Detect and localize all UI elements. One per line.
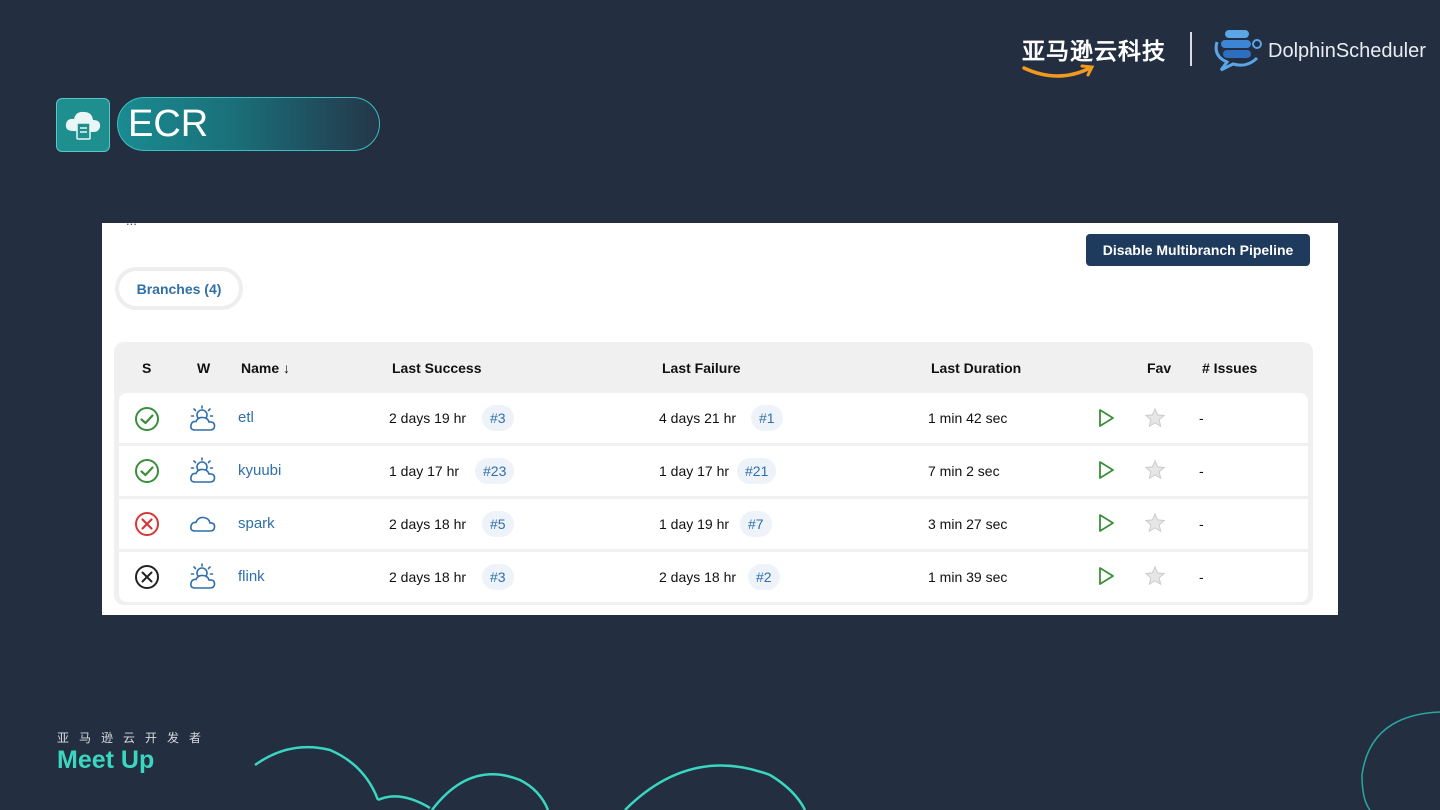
issues-count: - <box>1199 569 1204 585</box>
aborted-status-icon <box>135 565 159 589</box>
last-success-time: 2 days 18 hr <box>389 569 467 585</box>
table-row: flink 2 days 18 hr #3 2 days 18 hr #2 1 … <box>119 552 1308 602</box>
failure-build-link[interactable]: #7 <box>740 511 772 537</box>
play-icon[interactable] <box>1097 408 1115 428</box>
success-status-icon <box>135 407 159 431</box>
last-success-time: 2 days 18 hr <box>389 516 467 532</box>
cropped-text: ... <box>126 213 137 228</box>
column-last-duration[interactable]: Last Duration <box>931 360 1021 376</box>
star-icon[interactable] <box>1144 512 1166 534</box>
tab-branches[interactable]: Branches (4) <box>115 267 243 310</box>
last-success-time: 1 day 17 hr <box>389 463 460 479</box>
success-build-link[interactable]: #23 <box>475 458 515 484</box>
issues-count: - <box>1199 516 1204 532</box>
amazon-brand-logo: 亚马逊云科技 <box>1022 39 1166 65</box>
cloud-server-icon <box>56 98 110 152</box>
branch-link[interactable]: etl <box>238 409 254 426</box>
table-row: etl 2 days 19 hr #3 4 days 21 hr #1 1 mi… <box>119 393 1308 443</box>
star-icon[interactable] <box>1144 565 1166 587</box>
cloud-icon <box>190 516 216 532</box>
success-build-link[interactable]: #5 <box>482 511 514 537</box>
meetup-label: Meet Up <box>57 746 155 774</box>
sunny-cloud-icon <box>190 457 216 483</box>
branch-link[interactable]: kyuubi <box>238 462 281 479</box>
column-name[interactable]: Name ↓ <box>241 360 290 376</box>
table-row: kyuubi 1 day 17 hr #23 1 day 17 hr #21 7… <box>119 446 1308 496</box>
success-status-icon <box>135 459 159 483</box>
failure-build-link[interactable]: #2 <box>748 564 780 590</box>
last-failure-time: 1 day 17 hr <box>659 463 730 479</box>
column-weather[interactable]: W <box>197 360 210 376</box>
column-issues[interactable]: # Issues <box>1202 360 1257 376</box>
play-icon[interactable] <box>1097 566 1115 586</box>
amazon-smile-icon <box>1022 64 1095 78</box>
branch-link[interactable]: flink <box>238 568 265 585</box>
last-failure-time: 4 days 21 hr <box>659 410 737 426</box>
star-icon[interactable] <box>1144 407 1166 429</box>
dolphinscheduler-brand: DolphinScheduler <box>1268 40 1426 62</box>
success-build-link[interactable]: #3 <box>482 564 514 590</box>
last-failure-time: 2 days 18 hr <box>659 569 737 585</box>
last-failure-time: 1 day 19 hr <box>659 516 730 532</box>
meetup-chinese-label: 亚马逊云开发者 <box>57 731 212 745</box>
failed-status-icon <box>135 512 159 536</box>
slide-title: ECR <box>128 103 209 145</box>
issues-count: - <box>1199 463 1204 479</box>
issues-count: - <box>1199 410 1204 426</box>
last-duration: 1 min 39 sec <box>928 569 1008 585</box>
sunny-cloud-icon <box>190 405 216 431</box>
failure-build-link[interactable]: #1 <box>751 405 783 431</box>
column-fav[interactable]: Fav <box>1147 360 1171 376</box>
sunny-cloud-icon <box>190 563 216 589</box>
play-icon[interactable] <box>1097 513 1115 533</box>
disable-multibranch-button[interactable]: Disable Multibranch Pipeline <box>1086 234 1310 266</box>
last-duration: 3 min 27 sec <box>928 516 1008 532</box>
last-success-time: 2 days 19 hr <box>389 410 467 426</box>
last-duration: 7 min 2 sec <box>928 463 1000 479</box>
jenkins-screenshot-panel: ... Disable Multibranch Pipeline Branche… <box>102 213 1338 615</box>
success-build-link[interactable]: #3 <box>482 405 514 431</box>
star-icon[interactable] <box>1144 459 1166 481</box>
branch-link[interactable]: spark <box>238 515 275 532</box>
branches-table: S W Name ↓ Last Success Last Failure Las… <box>114 342 1313 605</box>
column-status[interactable]: S <box>142 360 151 376</box>
brand-divider <box>1190 32 1192 66</box>
dolphinscheduler-logo-icon <box>1214 30 1262 72</box>
last-duration: 1 min 42 sec <box>928 410 1008 426</box>
play-icon[interactable] <box>1097 460 1115 480</box>
column-last-failure[interactable]: Last Failure <box>662 360 741 376</box>
table-header: S W Name ↓ Last Success Last Failure Las… <box>114 342 1313 392</box>
table-row: spark 2 days 18 hr #5 1 day 19 hr #7 3 m… <box>119 499 1308 549</box>
column-last-success[interactable]: Last Success <box>392 360 482 376</box>
failure-build-link[interactable]: #21 <box>737 458 777 484</box>
